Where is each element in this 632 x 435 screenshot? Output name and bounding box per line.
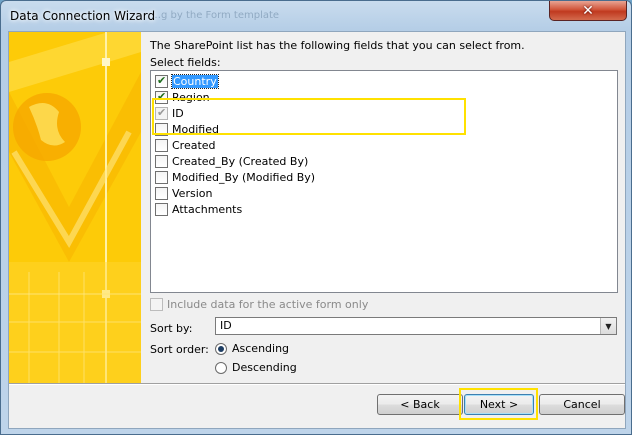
cancel-button[interactable]: Cancel xyxy=(539,394,625,415)
title-bar[interactable]: Data Connection Wizard …g by the Form te… xyxy=(1,1,631,31)
field-created[interactable]: Created xyxy=(155,137,607,153)
field-version[interactable]: Version xyxy=(155,185,607,201)
background-window-title: …g by the Form template xyxy=(151,10,280,21)
include-active-form-label: Include data for the active form only xyxy=(167,298,369,311)
select-fields-label: Select fields: xyxy=(150,56,221,69)
sort-order-label: Sort order: xyxy=(150,343,209,356)
field-region[interactable]: Region xyxy=(155,89,607,105)
checkbox-created-by[interactable] xyxy=(155,154,168,168)
checkbox-modified[interactable] xyxy=(155,122,168,136)
sort-by-label: Sort by: xyxy=(150,322,193,335)
field-label-modified: Modified xyxy=(172,122,219,136)
radio-descending-label: Descending xyxy=(232,361,297,374)
field-label-modified-by: Modified_By (Modified By) xyxy=(172,170,316,184)
checkbox-modified-by[interactable] xyxy=(155,170,168,184)
checkbox-id xyxy=(155,106,168,120)
fields-list[interactable]: Country Region ID Modified Created Creat… xyxy=(150,70,618,293)
radio-ascending[interactable]: Ascending xyxy=(215,342,289,355)
field-label-attachments: Attachments xyxy=(172,202,243,216)
field-label-id: ID xyxy=(172,106,184,120)
radio-descending[interactable]: Descending xyxy=(215,361,297,374)
banner-art xyxy=(9,32,141,383)
field-label-created: Created xyxy=(172,138,216,152)
close-button[interactable]: ✕ xyxy=(549,1,627,21)
dropdown-arrow-icon[interactable]: ▼ xyxy=(600,318,616,334)
field-label-region: Region xyxy=(172,90,210,104)
checkbox-attachments[interactable] xyxy=(155,202,168,216)
field-country[interactable]: Country xyxy=(155,73,607,89)
checkbox-created[interactable] xyxy=(155,138,168,152)
field-label-country: Country xyxy=(171,73,219,89)
wizard-client-area: The SharePoint list has the following fi… xyxy=(8,31,626,429)
checkbox-country[interactable] xyxy=(155,74,168,88)
radio-ascending-label: Ascending xyxy=(232,342,290,355)
next-button[interactable]: Next > xyxy=(464,394,534,415)
include-active-form-option: Include data for the active form only xyxy=(150,298,368,311)
sort-by-value: ID xyxy=(220,319,232,332)
sort-by-select[interactable]: ID ▼ xyxy=(215,317,617,335)
field-label-created-by: Created_By (Created By) xyxy=(172,154,309,168)
wizard-banner-graphic xyxy=(9,32,141,383)
back-button[interactable]: < Back xyxy=(377,394,463,415)
wizard-window: Data Connection Wizard …g by the Form te… xyxy=(0,0,632,435)
field-id: ID xyxy=(155,105,607,121)
close-icon: ✕ xyxy=(582,2,594,19)
checkbox-include-active-form xyxy=(150,298,163,311)
field-modified[interactable]: Modified xyxy=(155,121,607,137)
window-title: Data Connection Wizard xyxy=(10,9,156,23)
field-modified-by[interactable]: Modified_By (Modified By) xyxy=(155,169,607,185)
checkbox-version[interactable] xyxy=(155,186,168,200)
field-label-version: Version xyxy=(172,186,213,200)
radio-ascending-circle[interactable] xyxy=(215,342,227,355)
radio-descending-circle[interactable] xyxy=(215,361,227,374)
field-created-by[interactable]: Created_By (Created By) xyxy=(155,153,607,169)
checkbox-region[interactable] xyxy=(155,90,168,104)
button-separator xyxy=(9,383,625,385)
fields-heading: The SharePoint list has the following fi… xyxy=(150,39,525,52)
field-attachments[interactable]: Attachments xyxy=(155,201,607,217)
